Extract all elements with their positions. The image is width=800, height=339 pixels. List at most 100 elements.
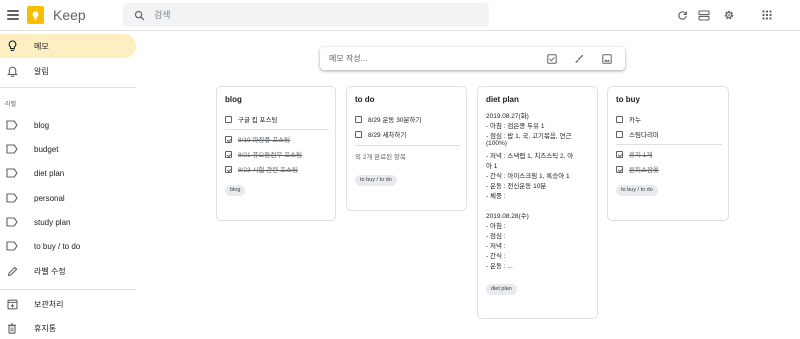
sidebar-item-label: study plan: [34, 217, 71, 227]
label-chip[interactable]: blog: [225, 185, 246, 196]
main-menu-icon[interactable]: [6, 8, 20, 22]
checkbox[interactable]: [616, 115, 623, 123]
sidebar-item-trash[interactable]: 휴지통: [0, 316, 136, 339]
app-title[interactable]: Keep: [53, 7, 86, 23]
note-body-line: - 운동 : 전신운동 10분: [486, 183, 547, 190]
label-chip[interactable]: to buy / to do: [616, 185, 658, 196]
label-chip[interactable]: diet plan: [486, 284, 517, 295]
note-card-diet-plan[interactable]: diet plan 2019.08.27(화) - 아침 : 검은콩 두유 1 …: [477, 86, 598, 319]
note-card-blog[interactable]: blog 구글 킵 포스팅 8/19 파장풍 포스팅 8/21 퓨오동점무 포스…: [216, 86, 336, 221]
checklist-item-completed[interactable]: 8/19 파장풍 포스팅: [225, 133, 290, 145]
search-input[interactable]: [154, 10, 454, 20]
checklist-item-text: 8/29 운동 30분하기: [368, 117, 422, 124]
checkbox-checked[interactable]: [616, 165, 623, 173]
sidebar-item-label-to-buy-to-do[interactable]: to buy / to do: [0, 234, 136, 258]
new-drawing-brush-icon[interactable]: [572, 52, 585, 65]
label-tag-icon: [5, 191, 19, 205]
note-card-todo[interactable]: to do 8/29 운동 30분하기 8/29 세차하기 외 2개 완료된 항…: [346, 86, 467, 211]
sidebar-divider: [0, 289, 136, 290]
label-tag-icon: [5, 215, 19, 229]
checklist-item-completed[interactable]: 8/21 퓨오동점무 포스팅: [225, 148, 302, 160]
note-title: to do: [355, 95, 375, 104]
checklist-item-text: 8/23 시험 관련 포스팅: [238, 167, 298, 174]
sidebar-item-label: to buy / to do: [34, 241, 81, 251]
top-bar: Keep: [0, 0, 800, 30]
checklist-item[interactable]: 8/29 운동 30분하기: [355, 113, 421, 125]
checkbox[interactable]: [355, 130, 362, 138]
sidebar-item-label: budget: [34, 144, 59, 154]
archive-icon: [5, 297, 19, 311]
note-body-line: - 간식 :: [486, 253, 506, 260]
label-tag-icon: [5, 239, 19, 253]
completed-items-count[interactable]: 외 2개 완료된 항목: [355, 151, 406, 161]
sidebar-item-label: diet plan: [34, 168, 65, 178]
refresh-icon[interactable]: [674, 7, 690, 23]
checklist-item[interactable]: 카누: [616, 113, 641, 125]
sidebar: 메모 알림 라벨 blog budget diet plan personal …: [0, 31, 148, 339]
keep-logo-icon[interactable]: [27, 6, 44, 24]
label-chip[interactable]: to buy / to do: [355, 175, 397, 186]
new-list-checkbox-icon[interactable]: [545, 52, 558, 65]
apps-grid-icon[interactable]: [759, 7, 775, 23]
sidebar-item-label-study-plan[interactable]: study plan: [0, 210, 136, 234]
checklist-item-completed[interactable]: 원피스잠옷: [616, 163, 659, 175]
note-body-line: - 점심 : 밥 1, 국, 고기볶음, 연근: [486, 133, 572, 140]
checkbox-checked[interactable]: [225, 150, 232, 158]
checklist-divider: [616, 144, 722, 145]
take-note-placeholder[interactable]: 메모 작성...: [329, 53, 367, 64]
note-body-line: (100%): [486, 140, 507, 147]
note-body-line: - 운동 : ...: [486, 263, 513, 270]
checklist-item[interactable]: 스팀다리미: [616, 128, 659, 140]
sidebar-item-edit-labels[interactable]: 라벨 수정: [0, 259, 136, 283]
sidebar-item-label: 보관처리: [34, 299, 64, 309]
sidebar-item-label: 알림: [34, 66, 49, 76]
search-icon[interactable]: [127, 3, 151, 27]
sidebar-item-memo[interactable]: 메모: [0, 34, 136, 58]
sidebar-item-label-personal[interactable]: personal: [0, 186, 136, 210]
sidebar-item-label: blog: [34, 120, 50, 130]
checklist-item-text: 카누: [629, 117, 641, 124]
note-title: diet plan: [486, 95, 519, 104]
sidebar-item-label: 라벨 수정: [34, 266, 66, 276]
sidebar-item-label-blog[interactable]: blog: [0, 113, 136, 137]
label-tag-icon: [5, 142, 19, 156]
checkbox[interactable]: [225, 115, 232, 123]
checklist-item-completed[interactable]: 휴지 1개: [616, 148, 652, 160]
sidebar-item-label-budget[interactable]: budget: [0, 137, 136, 161]
sidebar-item-label-diet-plan[interactable]: diet plan: [0, 161, 136, 185]
pencil-icon: [5, 264, 19, 278]
take-note-bar[interactable]: 메모 작성...: [320, 47, 625, 70]
bell-icon: [5, 64, 19, 78]
checkbox-checked[interactable]: [616, 150, 623, 158]
note-body-line: - 간식 : 아이스크림 1, 록승아 1: [486, 173, 570, 180]
list-view-icon[interactable]: [696, 7, 712, 23]
checkbox-checked[interactable]: [225, 165, 232, 173]
checklist-divider: [225, 129, 329, 130]
note-body-line: - 체중 :: [486, 193, 506, 200]
checklist-item[interactable]: 구글 킵 포스팅: [225, 113, 278, 125]
checkbox[interactable]: [616, 130, 623, 138]
sidebar-item-archive[interactable]: 보관처리: [0, 292, 136, 316]
search-bar[interactable]: [123, 3, 489, 27]
sidebar-item-label: personal: [34, 193, 65, 203]
trash-icon: [5, 321, 19, 335]
note-card-to-buy[interactable]: to buy 카누 스팀다리미 휴지 1개 원피스잠옷 to buy / to …: [607, 86, 729, 221]
new-image-icon[interactable]: [600, 52, 613, 65]
note-body-line: - 저녁 : 스낵랩 1, 치즈스틱 2, 아: [486, 153, 574, 160]
checkbox[interactable]: [355, 115, 362, 123]
note-title: to buy: [616, 95, 640, 104]
note-body-line: - 아침 : 검은콩 두유 1: [486, 123, 545, 130]
note-body-line: - 저녁 :: [486, 243, 506, 250]
sidebar-item-reminders[interactable]: 알림: [0, 59, 136, 83]
checklist-item-text: 원피스잠옷: [629, 167, 659, 174]
checklist-item[interactable]: 8/29 세차하기: [355, 128, 406, 140]
settings-gear-icon[interactable]: [721, 7, 737, 23]
checklist-item-text: 8/29 세차하기: [368, 132, 407, 139]
note-body-line: 아 1: [486, 163, 498, 170]
sidebar-divider: [0, 87, 136, 88]
note-body-line: - 아침 :: [486, 223, 506, 230]
note-body-line: 2019.08.27(화): [486, 113, 529, 120]
sidebar-item-label: 휴지통: [34, 323, 57, 333]
checkbox-checked[interactable]: [225, 135, 232, 143]
checklist-item-completed[interactable]: 8/23 시험 관련 포스팅: [225, 163, 298, 175]
